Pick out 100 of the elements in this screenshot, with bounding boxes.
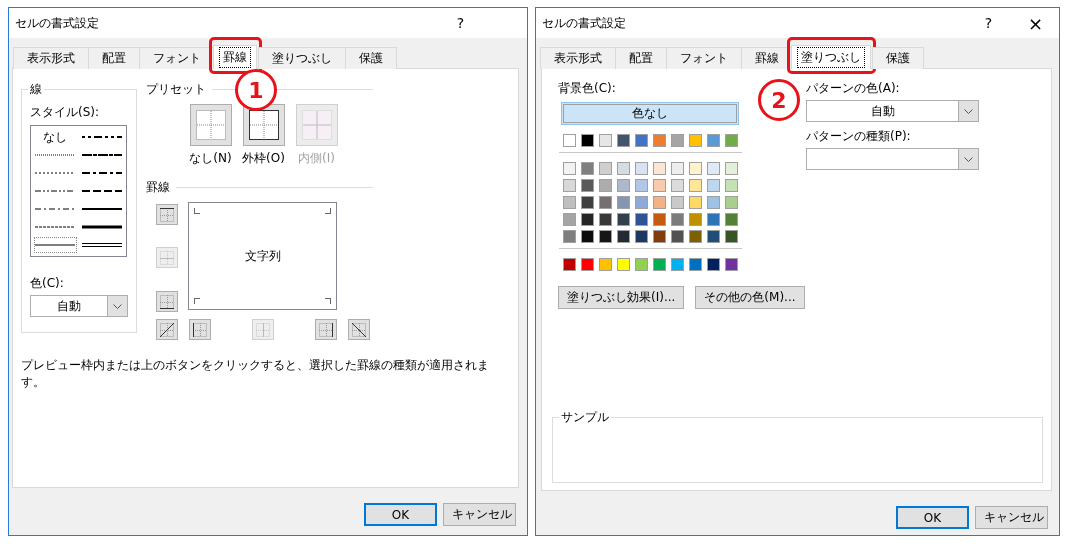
tab[interactable]: 配置 bbox=[615, 47, 667, 69]
color-swatch[interactable] bbox=[671, 196, 684, 209]
tab[interactable]: 保護 bbox=[872, 47, 924, 69]
color-swatch[interactable] bbox=[581, 134, 594, 147]
line-style-option[interactable]: なし bbox=[34, 129, 77, 145]
preset-button[interactable] bbox=[242, 104, 285, 146]
color-swatch[interactable] bbox=[599, 258, 612, 271]
color-swatch[interactable] bbox=[599, 179, 612, 192]
border-button[interactable] bbox=[156, 291, 178, 312]
color-swatch[interactable] bbox=[689, 213, 702, 226]
color-swatch[interactable] bbox=[599, 196, 612, 209]
border-button[interactable] bbox=[189, 319, 211, 340]
color-swatch[interactable] bbox=[707, 162, 720, 175]
color-swatch[interactable] bbox=[725, 196, 738, 209]
color-swatch[interactable] bbox=[653, 179, 666, 192]
color-swatch[interactable] bbox=[671, 230, 684, 243]
color-swatch[interactable] bbox=[599, 213, 612, 226]
color-swatch[interactable] bbox=[725, 162, 738, 175]
color-swatch[interactable] bbox=[599, 230, 612, 243]
color-swatch[interactable] bbox=[581, 213, 594, 226]
ok-button[interactable]: OK bbox=[364, 503, 437, 526]
color-swatch[interactable] bbox=[635, 162, 648, 175]
color-swatch[interactable] bbox=[563, 258, 576, 271]
color-swatch[interactable] bbox=[707, 258, 720, 271]
cancel-button[interactable]: キャンセル bbox=[975, 506, 1048, 529]
color-swatch[interactable] bbox=[617, 162, 630, 175]
fill-effects-button[interactable]: 塗りつぶし効果(I)... bbox=[558, 286, 685, 309]
border-button[interactable] bbox=[315, 319, 337, 340]
color-swatch[interactable] bbox=[653, 162, 666, 175]
border-button[interactable] bbox=[156, 204, 178, 225]
color-swatch[interactable] bbox=[689, 230, 702, 243]
border-button[interactable] bbox=[348, 319, 370, 340]
color-swatch[interactable] bbox=[581, 258, 594, 271]
color-swatch[interactable] bbox=[581, 162, 594, 175]
color-swatch[interactable] bbox=[635, 134, 648, 147]
color-swatch[interactable] bbox=[563, 134, 576, 147]
color-swatch[interactable] bbox=[725, 179, 738, 192]
color-swatch[interactable] bbox=[599, 134, 612, 147]
color-swatch[interactable] bbox=[635, 258, 648, 271]
color-swatch[interactable] bbox=[617, 213, 630, 226]
color-swatch[interactable] bbox=[617, 179, 630, 192]
border-button[interactable] bbox=[156, 319, 178, 340]
pattern-style-dropdown[interactable] bbox=[806, 148, 979, 170]
color-swatch[interactable] bbox=[635, 213, 648, 226]
tab[interactable]: 表示形式 bbox=[540, 47, 616, 69]
color-swatch[interactable] bbox=[689, 134, 702, 147]
color-swatch[interactable] bbox=[653, 196, 666, 209]
color-swatch[interactable] bbox=[707, 134, 720, 147]
tab[interactable]: 保護 bbox=[345, 47, 397, 69]
color-swatch[interactable] bbox=[707, 213, 720, 226]
color-swatch[interactable] bbox=[689, 162, 702, 175]
color-swatch[interactable] bbox=[671, 213, 684, 226]
tab[interactable]: フォント bbox=[139, 47, 215, 69]
color-swatch[interactable] bbox=[563, 179, 576, 192]
tab[interactable]: フォント bbox=[666, 47, 742, 69]
color-swatch[interactable] bbox=[725, 213, 738, 226]
border-preview[interactable]: 文字列 bbox=[188, 202, 337, 310]
color-dropdown[interactable]: 自動 bbox=[30, 295, 128, 317]
color-swatch[interactable] bbox=[689, 258, 702, 271]
tab[interactable]: 塗りつぶし bbox=[791, 45, 871, 69]
color-swatch[interactable] bbox=[725, 230, 738, 243]
color-swatch[interactable] bbox=[563, 196, 576, 209]
color-swatch[interactable] bbox=[563, 213, 576, 226]
tab[interactable]: 罫線 bbox=[213, 45, 257, 69]
color-swatch[interactable] bbox=[581, 179, 594, 192]
line-style-list[interactable]: なし bbox=[30, 125, 127, 257]
color-swatch[interactable] bbox=[599, 162, 612, 175]
color-swatch[interactable] bbox=[671, 258, 684, 271]
color-swatch[interactable] bbox=[707, 196, 720, 209]
color-swatch[interactable] bbox=[581, 230, 594, 243]
color-swatch[interactable] bbox=[653, 258, 666, 271]
color-swatch[interactable] bbox=[635, 196, 648, 209]
color-swatch[interactable] bbox=[617, 230, 630, 243]
color-swatch[interactable] bbox=[563, 230, 576, 243]
color-swatch[interactable] bbox=[653, 134, 666, 147]
color-swatch[interactable] bbox=[671, 134, 684, 147]
color-swatch[interactable] bbox=[725, 134, 738, 147]
color-swatch[interactable] bbox=[725, 258, 738, 271]
color-swatch[interactable] bbox=[617, 196, 630, 209]
color-swatch[interactable] bbox=[563, 162, 576, 175]
color-swatch[interactable] bbox=[671, 179, 684, 192]
color-swatch[interactable] bbox=[671, 162, 684, 175]
cancel-button[interactable]: キャンセル bbox=[443, 503, 516, 526]
ok-button[interactable]: OK bbox=[896, 506, 969, 529]
color-swatch[interactable] bbox=[617, 258, 630, 271]
color-swatch[interactable] bbox=[635, 179, 648, 192]
pattern-color-dropdown[interactable]: 自動 bbox=[806, 100, 979, 122]
tab[interactable]: 配置 bbox=[88, 47, 140, 69]
no-color-button[interactable]: 色なし bbox=[561, 102, 739, 125]
color-swatch[interactable] bbox=[707, 230, 720, 243]
color-swatch[interactable] bbox=[653, 230, 666, 243]
color-swatch[interactable] bbox=[635, 230, 648, 243]
more-colors-button[interactable]: その他の色(M)... bbox=[695, 286, 805, 309]
color-swatch[interactable] bbox=[707, 179, 720, 192]
color-swatch[interactable] bbox=[689, 196, 702, 209]
color-swatch[interactable] bbox=[617, 134, 630, 147]
color-swatch[interactable] bbox=[653, 213, 666, 226]
color-swatch[interactable] bbox=[581, 196, 594, 209]
color-swatch[interactable] bbox=[689, 179, 702, 192]
tab[interactable]: 表示形式 bbox=[13, 47, 89, 69]
